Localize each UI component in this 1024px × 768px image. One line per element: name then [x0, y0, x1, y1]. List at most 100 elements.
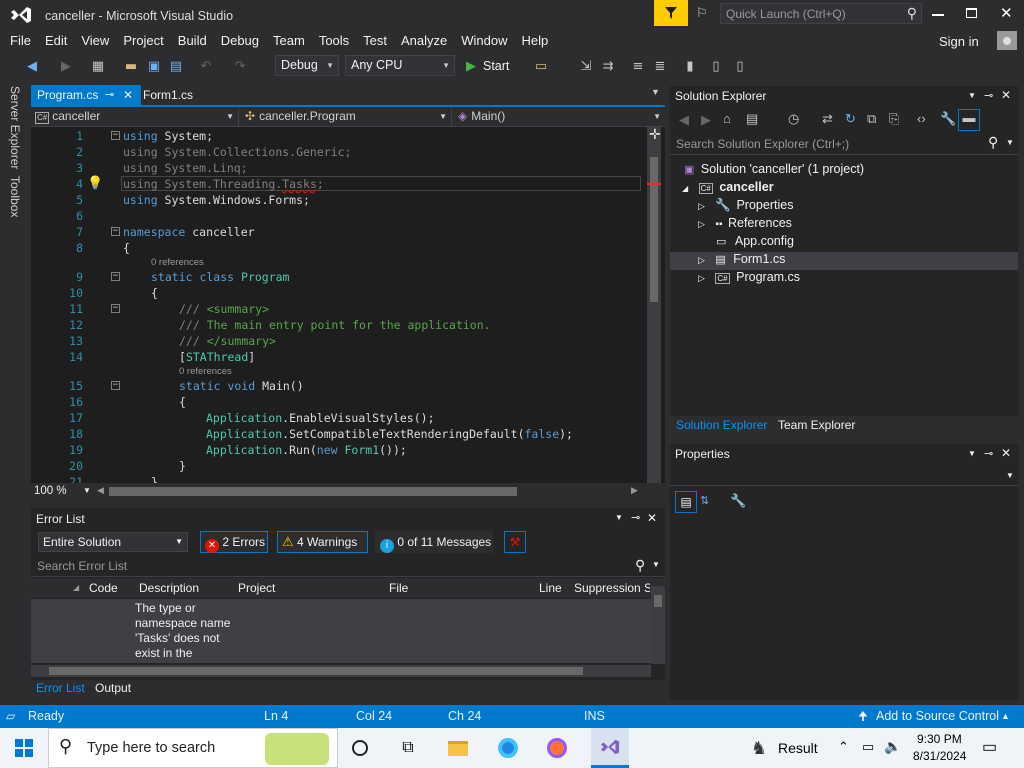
menu-build[interactable]: Build	[171, 30, 214, 52]
scroll-thumb[interactable]	[654, 595, 662, 607]
close-icon[interactable]: ✕	[1001, 88, 1011, 102]
close-icon[interactable]: ✕	[1001, 446, 1011, 460]
column-code[interactable]: Code	[89, 578, 118, 598]
column-line[interactable]: Line	[539, 578, 562, 598]
switch-views-icon[interactable]: ▤	[746, 111, 758, 127]
menu-analyze[interactable]: Analyze	[394, 30, 454, 52]
chevron-down-icon[interactable]: ▼	[652, 560, 660, 569]
chevron-down-icon[interactable]: ▼	[83, 486, 91, 495]
result-app-icon[interactable]: ♞	[745, 734, 773, 762]
save-icon[interactable]: ▣	[146, 58, 162, 74]
table-row[interactable]: The type or namespace name 'Tasks' does …	[31, 599, 651, 663]
menu-window[interactable]: Window	[454, 30, 514, 52]
messages-filter-button[interactable]: i 0 of 11 Messages	[375, 531, 493, 553]
pending-changes-icon[interactable]: ◷	[788, 111, 799, 127]
clock-time[interactable]: 9:30 PM	[917, 732, 962, 746]
pin-icon[interactable]: ⊸	[984, 447, 993, 460]
menu-view[interactable]: View	[74, 30, 116, 52]
class-dropdown[interactable]: ✣ canceller.Program ▼	[239, 107, 452, 127]
step-into-icon[interactable]: ⇲	[578, 58, 594, 74]
back-icon[interactable]: ◀	[24, 58, 40, 74]
save-all-icon[interactable]: ▤	[168, 58, 184, 74]
search-icon[interactable]: ⚲	[907, 5, 917, 22]
codelens-references[interactable]: 0 references	[151, 257, 204, 268]
collapsed-arrow-icon[interactable]: ▷	[698, 219, 705, 229]
forward-icon[interactable]: ▶	[58, 58, 74, 74]
menu-test[interactable]: Test	[356, 30, 394, 52]
menu-team[interactable]: Team	[266, 30, 312, 52]
close-icon[interactable]: ✕	[647, 511, 657, 525]
project-dropdown[interactable]: C# canceller ▼	[31, 107, 239, 127]
property-pages-icon[interactable]: 🔧	[730, 493, 746, 509]
volume-muted-icon[interactable]: 🔈	[884, 738, 901, 755]
scroll-left-icon[interactable]: ◀	[97, 485, 104, 496]
view-code-icon[interactable]: ‹›	[917, 111, 926, 126]
open-file-icon[interactable]: ▬	[123, 58, 139, 74]
menu-edit[interactable]: Edit	[38, 30, 74, 52]
column-project[interactable]: Project	[238, 578, 275, 598]
scope-select[interactable]: Entire Solution ▼	[38, 532, 188, 552]
chevron-down-icon[interactable]: ▼	[968, 449, 976, 458]
sync-icon[interactable]: ⇄	[822, 111, 833, 127]
tree-item-references[interactable]: ▷ ▪▪ References	[698, 216, 792, 230]
warnings-filter-button[interactable]: ⚠ 4 Warnings	[277, 531, 368, 553]
notifications-icon[interactable]: ⚐	[696, 6, 712, 22]
tree-item-solution[interactable]: ▣ Solution 'canceller' (1 project)	[684, 162, 864, 176]
build-intellisense-filter-icon[interactable]: ⚒	[504, 531, 526, 553]
column-description[interactable]: Description	[139, 578, 199, 598]
errors-filter-button[interactable]: ✕ 2 Errors	[200, 531, 268, 553]
collapse-all-icon[interactable]: ⧉	[867, 111, 876, 127]
categorized-icon[interactable]: ▤	[675, 491, 697, 513]
solution-explorer-search[interactable]: Search Solution Explorer (Ctrl+;) ⚲ ▼	[670, 134, 1018, 155]
menu-help[interactable]: Help	[515, 30, 556, 52]
code-editor[interactable]: ✛ 💡 1− using System; 2 using System.Collec…	[31, 127, 665, 483]
tab-solution-explorer[interactable]: Solution Explorer	[676, 418, 767, 432]
tab-output[interactable]: Output	[95, 681, 131, 695]
quick-launch-input[interactable]: Quick Launch (Ctrl+Q) ⚲	[720, 3, 922, 24]
vertical-scrollbar[interactable]	[647, 127, 661, 483]
member-dropdown[interactable]: ◈ Main() ▼	[452, 107, 665, 127]
tree-item-project[interactable]: ◢ C# canceller	[682, 180, 774, 194]
bookmark-next-icon[interactable]: ▯	[732, 58, 748, 74]
forward-icon[interactable]: ▶	[701, 112, 711, 128]
redo-icon[interactable]: ↷	[232, 58, 248, 74]
scroll-right-icon[interactable]: ▶	[631, 485, 638, 496]
file-explorer-icon[interactable]	[444, 734, 472, 762]
back-icon[interactable]: ◀	[679, 112, 689, 128]
horizontal-scrollbar[interactable]	[109, 487, 517, 496]
codelens-references[interactable]: 0 references	[179, 366, 232, 377]
tab-team-explorer[interactable]: Team Explorer	[778, 418, 855, 432]
properties-icon[interactable]: 🔧	[940, 111, 956, 127]
bookmark-icon[interactable]: ▮	[682, 58, 698, 74]
step-over-icon[interactable]: ⇉	[600, 58, 616, 74]
tree-item-properties[interactable]: ▷ 🔧 Properties	[698, 198, 793, 213]
tree-item-program[interactable]: ▷ C# Program.cs	[698, 270, 800, 284]
tray-chevron-icon[interactable]: ⌃	[838, 739, 849, 755]
task-view-icon[interactable]: ⧉	[394, 734, 422, 762]
expanded-arrow-icon[interactable]: ◢	[682, 184, 688, 193]
chevron-down-icon[interactable]: ▼	[615, 513, 623, 522]
alphabetical-icon[interactable]: ⇅	[700, 494, 709, 507]
home-icon[interactable]: ⌂	[723, 111, 731, 126]
firefox-icon[interactable]	[543, 734, 571, 762]
pin-icon[interactable]: ⊸	[631, 511, 640, 524]
minimize-button[interactable]	[932, 14, 944, 16]
menu-tools[interactable]: Tools	[312, 30, 356, 52]
sign-in-link[interactable]: Sign in	[939, 34, 979, 49]
browser-link-icon[interactable]: ▭	[533, 58, 549, 74]
column-suppression[interactable]: Suppression S	[574, 578, 650, 598]
menu-debug[interactable]: Debug	[214, 30, 266, 52]
tree-item-form1[interactable]: ▷ ▤ Form1.cs	[670, 252, 1018, 270]
error-list-hscroll[interactable]	[31, 665, 651, 677]
collapsed-arrow-icon[interactable]: ▷	[698, 201, 705, 211]
pin-icon[interactable]: ⊸	[105, 85, 114, 105]
scroll-thumb[interactable]	[650, 157, 658, 302]
refresh-icon[interactable]: ↻	[845, 111, 856, 127]
search-icon[interactable]: ⚲	[635, 557, 645, 574]
close-tab-icon[interactable]: ✕	[123, 85, 133, 105]
menu-project[interactable]: Project	[116, 30, 170, 52]
show-all-files-icon[interactable]: ⎘	[889, 111, 899, 127]
account-avatar[interactable]	[997, 31, 1017, 50]
server-explorer-tab[interactable]: Server Explorer	[8, 86, 22, 169]
network-icon[interactable]: ▭	[862, 739, 874, 755]
